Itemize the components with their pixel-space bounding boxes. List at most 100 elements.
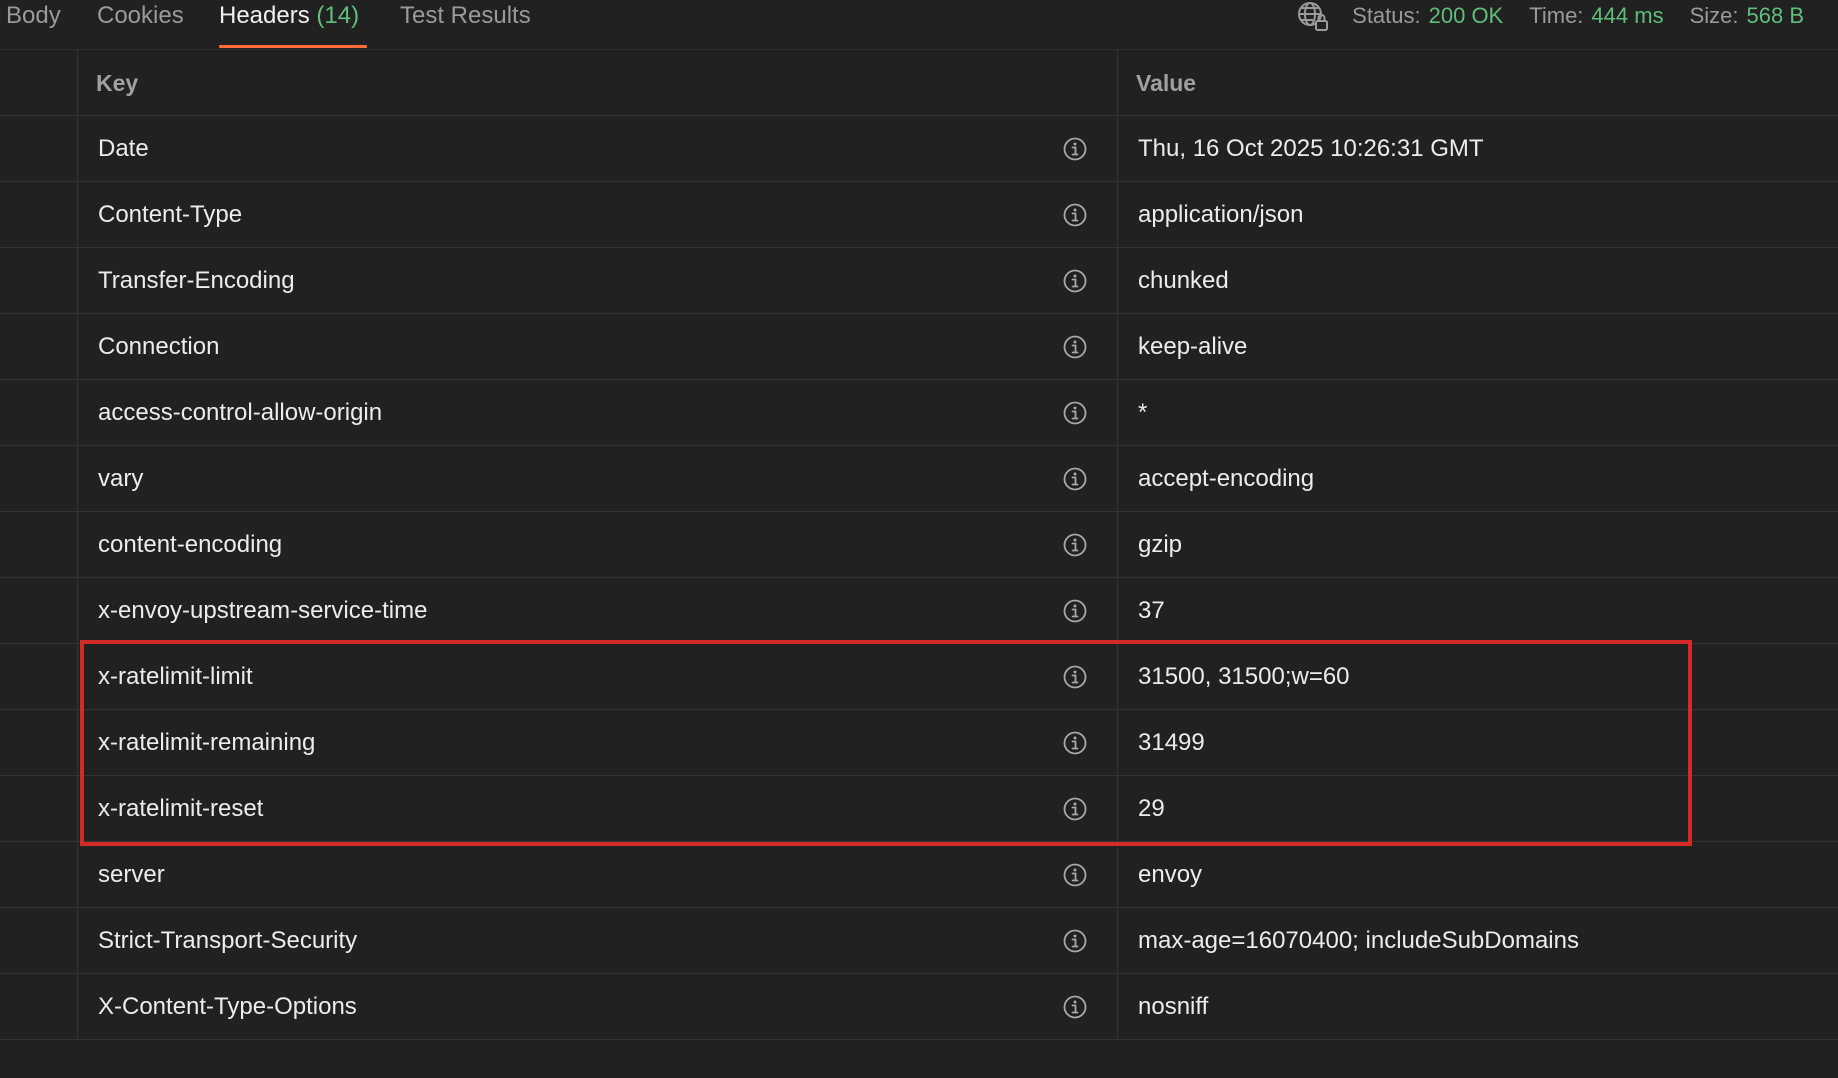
globe-lock-icon[interactable] (1296, 0, 1330, 33)
header-value[interactable]: accept-encoding (1138, 446, 1314, 512)
header-key-cell[interactable]: Strict-Transport-Security (78, 908, 1118, 973)
table-row: Strict-Transport-Security max-age=160704… (0, 908, 1838, 974)
header-value-cell[interactable]: max-age=16070400; includeSubDomains (1118, 908, 1838, 973)
header-value[interactable]: gzip (1138, 512, 1182, 578)
info-icon[interactable] (1061, 531, 1089, 559)
info-icon[interactable] (1061, 663, 1089, 691)
info-icon[interactable] (1061, 927, 1089, 955)
header-key-cell[interactable]: Content-Type (78, 182, 1118, 247)
column-header-key-label: Key (96, 70, 139, 96)
header-key[interactable]: Transfer-Encoding (98, 248, 295, 314)
header-value-cell[interactable]: gzip (1118, 512, 1838, 577)
header-value-cell[interactable]: accept-encoding (1118, 446, 1838, 511)
header-key-cell[interactable]: x-envoy-upstream-service-time (78, 578, 1118, 643)
header-key[interactable]: vary (98, 446, 143, 512)
header-key-cell[interactable]: X-Content-Type-Options (78, 974, 1118, 1039)
tab-headers[interactable]: Headers (14) (219, 0, 359, 48)
header-value-cell[interactable]: 37 (1118, 578, 1838, 643)
column-header-key: Key (78, 50, 1118, 115)
table-row: vary accept-encoding (0, 446, 1838, 512)
info-icon[interactable] (1061, 861, 1089, 889)
header-key[interactable]: X-Content-Type-Options (98, 974, 357, 1040)
header-value-cell[interactable]: 29 (1118, 776, 1838, 841)
header-key-cell[interactable]: Transfer-Encoding (78, 248, 1118, 313)
header-value[interactable]: nosniff (1138, 974, 1208, 1040)
header-value-cell[interactable]: chunked (1118, 248, 1838, 313)
row-gutter (0, 116, 78, 181)
table-row: Transfer-Encoding chunked (0, 248, 1838, 314)
header-key-cell[interactable]: Connection (78, 314, 1118, 379)
info-icon[interactable] (1061, 729, 1089, 757)
header-key-cell[interactable]: content-encoding (78, 512, 1118, 577)
info-icon[interactable] (1061, 465, 1089, 493)
response-panel: Body Cookies Headers (14) Test Results S… (0, 0, 1838, 1078)
info-icon[interactable] (1061, 201, 1089, 229)
header-key-cell[interactable]: Date (78, 116, 1118, 181)
header-key[interactable]: Strict-Transport-Security (98, 908, 357, 974)
table-row: x-ratelimit-limit 31500, 31500;w=60 (0, 644, 1838, 710)
header-key[interactable]: server (98, 842, 165, 908)
header-value[interactable]: 29 (1138, 776, 1165, 842)
header-key-cell[interactable]: x-ratelimit-limit (78, 644, 1118, 709)
response-tab-bar: Body Cookies Headers (14) Test Results S… (0, 0, 1838, 50)
tab-cookies[interactable]: Cookies (97, 0, 184, 48)
header-value[interactable]: max-age=16070400; includeSubDomains (1138, 908, 1579, 974)
response-status-area: Status: 200 OK Time: 444 ms Size: 568 B (1296, 0, 1804, 32)
info-icon[interactable] (1061, 399, 1089, 427)
row-gutter (0, 908, 78, 973)
table-row: content-encoding gzip (0, 512, 1838, 578)
header-key-cell[interactable]: x-ratelimit-remaining (78, 710, 1118, 775)
header-value-cell[interactable]: application/json (1118, 182, 1838, 247)
tab-cookies-label: Cookies (97, 2, 184, 29)
info-icon[interactable] (1061, 333, 1089, 361)
header-key[interactable]: Date (98, 116, 149, 182)
status-value[interactable]: 200 OK (1429, 0, 1504, 32)
header-value[interactable]: 31499 (1138, 710, 1205, 776)
header-value[interactable]: keep-alive (1138, 314, 1247, 380)
info-icon[interactable] (1061, 993, 1089, 1021)
row-gutter (0, 248, 78, 313)
header-key[interactable]: x-ratelimit-reset (98, 776, 263, 842)
header-key[interactable]: x-ratelimit-limit (98, 644, 253, 710)
row-gutter (0, 380, 78, 445)
info-icon[interactable] (1061, 135, 1089, 163)
header-key-cell[interactable]: x-ratelimit-reset (78, 776, 1118, 841)
time-value[interactable]: 444 ms (1591, 0, 1663, 32)
header-value[interactable]: 37 (1138, 578, 1165, 644)
size-value[interactable]: 568 B (1747, 0, 1805, 32)
header-key-cell[interactable]: vary (78, 446, 1118, 511)
header-key-cell[interactable]: access-control-allow-origin (78, 380, 1118, 445)
header-key[interactable]: content-encoding (98, 512, 282, 578)
size-label: Size: (1689, 3, 1739, 28)
header-value[interactable]: Thu, 16 Oct 2025 10:26:31 GMT (1138, 116, 1484, 182)
info-icon[interactable] (1061, 597, 1089, 625)
row-gutter (0, 446, 78, 511)
status-label: Status: (1352, 3, 1421, 28)
header-value-cell[interactable]: envoy (1118, 842, 1838, 907)
tab-test-results[interactable]: Test Results (400, 0, 531, 48)
header-key[interactable]: Connection (98, 314, 219, 380)
header-value[interactable]: * (1138, 380, 1147, 446)
header-value-cell[interactable]: 31499 (1118, 710, 1838, 775)
row-gutter (0, 776, 78, 841)
header-value-cell[interactable]: * (1118, 380, 1838, 445)
header-value[interactable]: 31500, 31500;w=60 (1138, 644, 1350, 710)
header-key-cell[interactable]: server (78, 842, 1118, 907)
header-key[interactable]: Content-Type (98, 182, 242, 248)
tab-headers-count: (14) (316, 2, 360, 29)
header-key[interactable]: x-ratelimit-remaining (98, 710, 315, 776)
header-value[interactable]: envoy (1138, 842, 1202, 908)
info-icon[interactable] (1061, 795, 1089, 823)
info-icon[interactable] (1061, 267, 1089, 295)
header-value-cell[interactable]: Thu, 16 Oct 2025 10:26:31 GMT (1118, 116, 1838, 181)
header-value-cell[interactable]: keep-alive (1118, 314, 1838, 379)
header-value[interactable]: application/json (1138, 182, 1303, 248)
header-value-cell[interactable]: nosniff (1118, 974, 1838, 1039)
header-key[interactable]: access-control-allow-origin (98, 380, 382, 446)
header-value[interactable]: chunked (1138, 248, 1229, 314)
headers-table: Key Value Date Thu, 16 Oct 2025 10:26:31… (0, 50, 1838, 1040)
tab-body[interactable]: Body (6, 0, 61, 48)
header-key[interactable]: x-envoy-upstream-service-time (98, 578, 427, 644)
column-header-value: Value (1118, 50, 1838, 115)
header-value-cell[interactable]: 31500, 31500;w=60 (1118, 644, 1838, 709)
